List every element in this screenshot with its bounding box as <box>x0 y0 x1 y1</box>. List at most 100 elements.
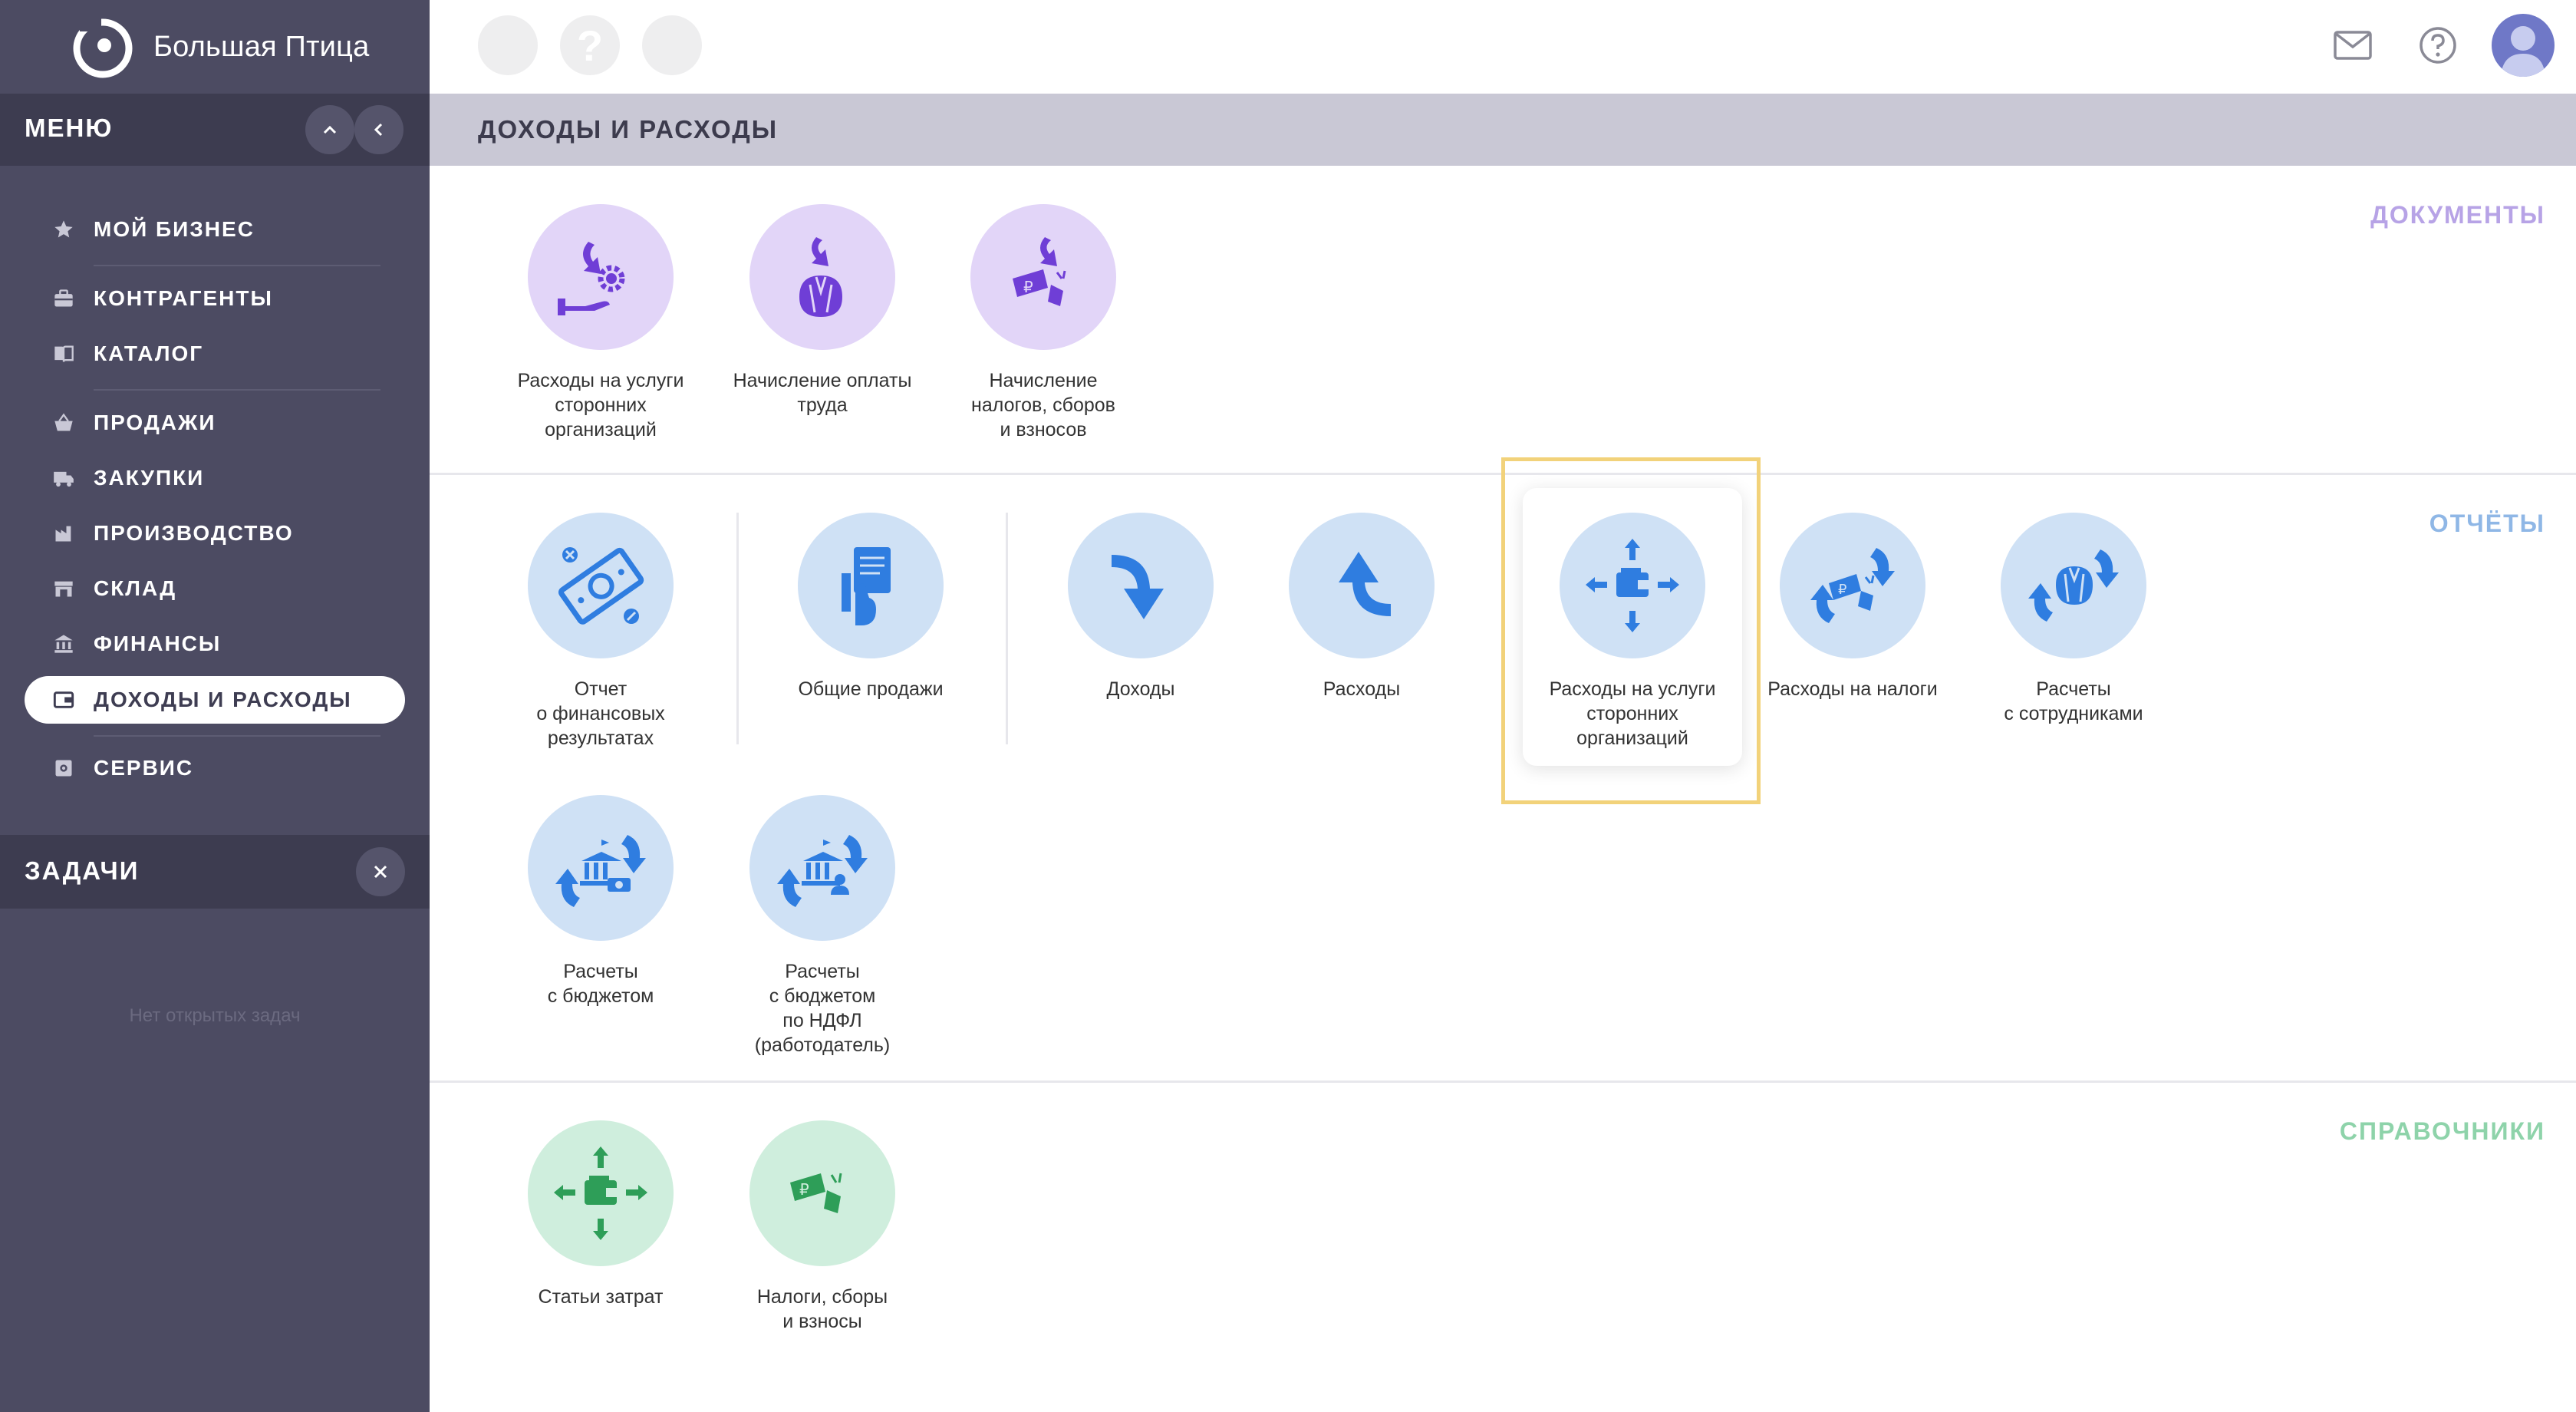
briefcase-icon <box>52 287 75 310</box>
book-icon <box>52 342 75 365</box>
column-divider <box>1006 513 1008 744</box>
tile-icon-circle <box>528 1120 674 1266</box>
tile-doc-taxes-accrual[interactable]: ₽ Начисление налогов, сборов и взносов <box>932 204 1155 442</box>
tile-label: Расходы на услуги сторонних организаций <box>517 370 684 440</box>
collapse-menu-button[interactable] <box>305 105 354 154</box>
tile-report-employee-settlements[interactable]: Расчеты с сотрудниками <box>1962 513 2185 726</box>
service-expense-icon <box>558 242 625 315</box>
tile-icon-circle <box>1068 513 1214 658</box>
svg-text:₽: ₽ <box>1023 278 1033 296</box>
avatar[interactable] <box>2492 14 2555 77</box>
tile-label: Доходы <box>1106 678 1175 700</box>
sidebar-item-label: ПРОДАЖИ <box>94 411 216 434</box>
toolbar-placeholder-button[interactable] <box>642 15 702 75</box>
toolbar-placeholder-button[interactable] <box>478 15 538 75</box>
wallet-arrows-icon <box>554 1146 647 1240</box>
sidebar-item-warehouse[interactable]: СКЛАД <box>25 565 405 612</box>
wallet-arrows-icon <box>1586 539 1679 632</box>
section-title-references: СПРАВОЧНИКИ <box>2339 1117 2545 1145</box>
sidebar-item-label: СКЛАД <box>94 576 177 600</box>
section-title-documents: ДОКУМЕНТЫ <box>2370 201 2545 229</box>
star-icon <box>52 218 75 241</box>
tile-report-budget-ndfl[interactable]: Расчеты с бюджетом по НДФЛ (работодатель… <box>711 795 934 1057</box>
tile-icon-circle: ₽ <box>970 204 1116 350</box>
tile-report-budget-settlements[interactable]: Расчеты с бюджетом <box>489 795 712 1008</box>
tile-icon-circle <box>528 795 674 941</box>
tasks-header: ЗАДАЧИ <box>0 835 430 909</box>
tile-doc-payroll[interactable]: Начисление оплаты труда <box>711 204 934 417</box>
arrow-down-curve-icon <box>1112 555 1164 619</box>
employee-exchange-icon <box>2028 549 2119 622</box>
tax-exchange-icon: ₽ <box>1810 548 1895 623</box>
chevron-up-icon <box>323 125 337 134</box>
sidebar-item-production[interactable]: ПРОИЗВОДСТВО <box>25 510 405 557</box>
sidebar-item-my-business[interactable]: МОЙ БИЗНЕС <box>25 206 405 253</box>
budget-exchange-icon <box>555 835 646 907</box>
chevron-left-icon <box>374 123 383 137</box>
question-mark: ? <box>576 21 604 70</box>
section-title-reports: ОТЧЁТЫ <box>2429 510 2545 537</box>
arrow-up-curve-icon <box>1339 552 1391 616</box>
section-divider <box>430 1080 2576 1083</box>
sidebar-item-finance[interactable]: ФИНАНСЫ <box>25 620 405 668</box>
close-icon <box>374 865 387 879</box>
sidebar-item-label: КОНТРАГЕНТЫ <box>94 286 273 310</box>
tile-label: Расходы <box>1323 678 1401 700</box>
tile-report-total-sales[interactable]: Общие продажи <box>759 513 982 701</box>
tasks-empty-message: Нет открытых задач <box>129 1005 301 1026</box>
tile-label: Расходы на услуги сторонних организаций <box>1549 678 1716 749</box>
sidebar: Большая Птица МЕНЮ МОЙ БИЗНЕС КОНТРАГЕНТ… <box>0 0 430 1412</box>
tile-doc-third-party-expenses[interactable]: Расходы на услуги сторонних организаций <box>489 204 712 442</box>
tile-icon-circle <box>749 204 895 350</box>
tile-report-third-party-expenses[interactable]: Расходы на услуги сторонних организаций <box>1521 513 1744 751</box>
tile-report-tax-expenses[interactable]: ₽ Расходы на налоги <box>1741 513 1964 701</box>
page-title-bar: ДОХОДЫ И РАСХОДЫ <box>430 94 2576 166</box>
sidebar-item-label: МОЙ БИЗНЕС <box>94 217 255 241</box>
tile-label: Расчеты с бюджетом <box>547 961 654 1007</box>
sidebar-item-purchases[interactable]: ЗАКУПКИ <box>25 454 405 502</box>
sidebar-item-catalog[interactable]: КАТАЛОГ <box>25 330 405 378</box>
page-title: ДОХОДЫ И РАСХОДЫ <box>478 115 779 144</box>
budget-ndfl-icon <box>777 835 868 907</box>
svg-text:₽: ₽ <box>799 1180 809 1199</box>
tile-label: Налоги, сборы и взносы <box>756 1286 888 1332</box>
gear-icon <box>52 757 75 780</box>
sidebar-item-label: ЗАКУПКИ <box>94 466 205 490</box>
tile-report-financial-results[interactable]: Отчет о финансовых результатах <box>489 513 712 751</box>
tile-icon-circle <box>528 513 674 658</box>
tile-report-income[interactable]: Доходы <box>1029 513 1252 701</box>
sidebar-item-service[interactable]: СЕРВИС <box>25 744 405 792</box>
column-divider <box>736 513 739 744</box>
topbar: ? <box>430 0 2576 94</box>
tile-label: Статьи затрат <box>538 1286 664 1308</box>
tile-label: Расчеты с сотрудниками <box>2004 678 2143 724</box>
payroll-icon <box>799 237 842 317</box>
tile-icon-circle <box>528 204 674 350</box>
toolbar-help-button[interactable]: ? <box>560 15 620 75</box>
sidebar-item-counterparties[interactable]: КОНТРАГЕНТЫ <box>25 275 405 322</box>
sidebar-item-label: КАТАЛОГ <box>94 341 204 365</box>
tax-accrual-icon: ₽ <box>1013 237 1066 306</box>
tile-ref-cost-items[interactable]: Статьи затрат <box>489 1120 712 1309</box>
tax-ticket-icon: ₽ <box>790 1173 842 1213</box>
nav-divider <box>94 389 380 391</box>
nav-divider <box>94 735 380 737</box>
app-logo[interactable]: Большая Птица <box>69 12 369 81</box>
svg-text:₽: ₽ <box>1838 582 1846 598</box>
tile-label: Расчеты с бюджетом по НДФЛ (работодатель… <box>754 961 891 1056</box>
tile-report-expenses[interactable]: Расходы <box>1250 513 1473 701</box>
sidebar-item-income-expenses[interactable]: ДОХОДЫ И РАСХОДЫ <box>25 676 405 724</box>
mail-button[interactable] <box>2327 20 2378 71</box>
tile-label: Отчет о финансовых результатах <box>536 678 665 749</box>
cash-report-icon <box>558 547 644 625</box>
help-icon <box>2420 27 2456 64</box>
menu-title: МЕНЮ <box>25 114 114 142</box>
tile-icon-circle: ₽ <box>749 1120 895 1266</box>
tile-ref-taxes[interactable]: ₽ Налоги, сборы и взносы <box>711 1120 934 1334</box>
help-button[interactable] <box>2413 20 2463 71</box>
logo-icon <box>73 18 133 78</box>
user-avatar-icon <box>2501 26 2545 77</box>
hide-sidebar-button[interactable] <box>354 105 404 154</box>
sidebar-item-sales[interactable]: ПРОДАЖИ <box>25 399 405 447</box>
close-tasks-button[interactable] <box>356 847 405 896</box>
